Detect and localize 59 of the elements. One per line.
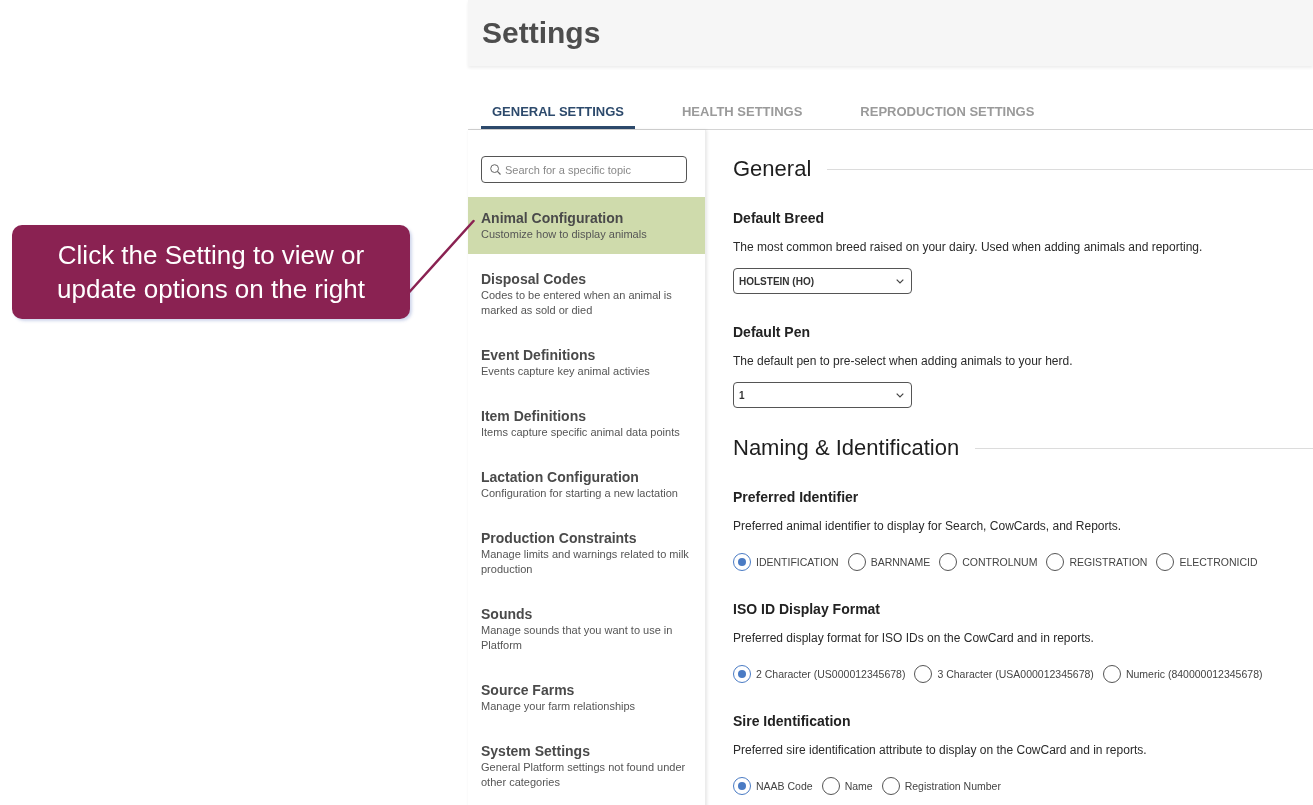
- chevron-down-icon: [896, 278, 904, 284]
- sidebar-item[interactable]: Item Definitions Items capture specific animal data points: [468, 395, 705, 452]
- item-title: Production Constraints: [481, 529, 637, 547]
- radio-option[interactable]: BARNNAME: [847, 553, 931, 571]
- radio-option[interactable]: 2 Character (US000012345678): [733, 665, 906, 683]
- item-title: Disposal Codes: [481, 270, 587, 288]
- select-field[interactable]: HOLSTEIN (HO): [733, 268, 912, 294]
- section-heading: Naming & Identification: [733, 435, 960, 461]
- item-title: Source Farms: [481, 681, 575, 699]
- radio-option[interactable]: Registration Number: [881, 777, 1001, 795]
- setting-title: Default Pen: [733, 323, 810, 341]
- setting-description: Preferred animal identifier to display for Search, CowCards, and Reports.: [733, 518, 1122, 534]
- sidebar-item[interactable]: Lactation Configuration Configuration for starting a new lactation: [468, 456, 705, 513]
- sidebar-item[interactable]: Animal Configuration Customize how to display animals: [468, 197, 705, 254]
- setting-description: The most common breed raised on your dairy. Used when adding animals and reporting.: [733, 239, 1203, 255]
- item-title: Item Definitions: [481, 407, 586, 425]
- search-icon: [490, 164, 501, 175]
- radio-option[interactable]: Name: [821, 777, 873, 795]
- item-description: Items capture specific animal data points: [481, 425, 680, 440]
- sidebar-item[interactable]: Source Farms Manage your farm relationships: [468, 669, 705, 726]
- page-title: Settings: [482, 16, 601, 50]
- radio-option[interactable]: IDENTIFICATION: [733, 553, 839, 571]
- chevron-down-icon: [896, 392, 904, 398]
- item-title: System Settings: [481, 742, 590, 760]
- select-field[interactable]: 1: [733, 382, 912, 408]
- annotation-callout: Click the Setting to view or update options on the right: [12, 225, 410, 319]
- setting-title: ISO ID Display Format: [733, 600, 881, 618]
- setting-title: Default Breed: [733, 209, 825, 227]
- item-description: Codes to be entered when an animal is marked as sold or died: [481, 288, 673, 318]
- radio-option[interactable]: CONTROLNUM: [939, 553, 1038, 571]
- setting-description: Preferred display format for ISO IDs on the CowCard and in reports.: [733, 630, 1094, 646]
- search-field[interactable]: Search for a specific topic: [481, 156, 687, 183]
- item-description: Manage limits and warnings related to milk production: [481, 547, 690, 577]
- section-heading: General: [733, 156, 812, 182]
- radio-option[interactable]: 3 Character (USA000012345678): [914, 665, 1094, 683]
- item-description: Configuration for starting a new lactation: [481, 486, 678, 501]
- sidebar-item[interactable]: System Settings General Platform settings not found under other categories: [468, 730, 705, 802]
- item-title: Event Definitions: [481, 346, 596, 364]
- radio-option[interactable]: Numeric (840000012345678): [1102, 665, 1263, 683]
- item-description: Events capture key animal activies: [481, 364, 650, 379]
- sidebar-item[interactable]: Sounds Manage sounds that you want to use in Platform: [468, 593, 705, 665]
- item-description: Manage your farm relationships: [481, 699, 636, 714]
- item-title: Sounds: [481, 605, 533, 623]
- radio-option[interactable]: REGISTRATION: [1046, 553, 1148, 571]
- setting-title: Preferred Identifier: [733, 488, 859, 506]
- item-title: Animal Configuration: [481, 209, 624, 227]
- sidebar-item[interactable]: Disposal Codes Codes to be entered when an animal is marked as sold or died: [468, 258, 705, 330]
- radio-option[interactable]: NAAB Code: [733, 777, 813, 795]
- item-description: Customize how to display animals: [481, 227, 647, 242]
- setting-title: Sire Identification: [733, 712, 851, 730]
- sidebar-item[interactable]: Event Definitions Events capture key animal activies: [468, 334, 705, 391]
- item-description: Manage sounds that you want to use in Platform: [481, 623, 674, 653]
- setting-description: Preferred sire identification attribute to display on the CowCard and in reports.: [733, 742, 1147, 758]
- sidebar-item[interactable]: Production Constraints Manage limits and warnings related to milk production: [468, 517, 705, 589]
- item-description: General Platform settings not found under other categories: [481, 760, 687, 790]
- tab[interactable]: GENERAL SETTINGS: [481, 96, 635, 129]
- radio-option[interactable]: ELECTRONICID: [1156, 553, 1258, 571]
- setting-description: The default pen to pre-select when adding animals to your herd.: [733, 353, 1073, 369]
- item-title: Lactation Configuration: [481, 468, 639, 486]
